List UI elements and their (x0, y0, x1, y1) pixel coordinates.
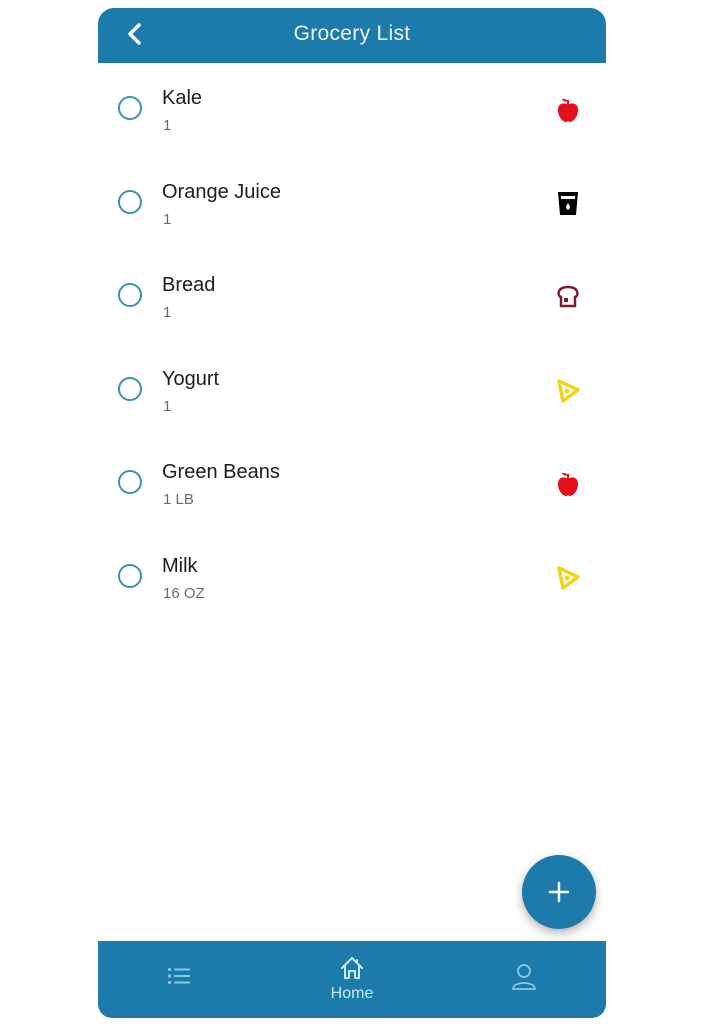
item-name: Bread (162, 274, 216, 296)
nav-item-home[interactable]: Home (292, 941, 412, 1018)
list-item[interactable]: Kale 1 (98, 63, 606, 157)
add-item-button[interactable] (522, 855, 596, 929)
nav-item-list[interactable] (118, 941, 238, 1018)
list-item[interactable]: Yogurt 1 (98, 344, 606, 438)
item-quantity: 1 (163, 397, 172, 415)
apple-icon (558, 98, 578, 122)
item-checkbox[interactable] (118, 189, 142, 214)
item-quantity: 1 (163, 117, 172, 134)
item-checkbox[interactable] (118, 563, 142, 588)
page-title: Grocery List (293, 22, 411, 45)
grocery-list: Kale 1 Orange Juice 1 Bread 1 Yogurt 1 G… (98, 63, 606, 624)
item-quantity: 1 (163, 304, 172, 321)
item-name: Milk (162, 554, 198, 577)
item-quantity: 16 OZ (163, 584, 205, 602)
header-bar: Grocery List (98, 8, 606, 63)
item-quantity: 1 LB (163, 491, 194, 508)
apple-icon (558, 472, 578, 496)
item-quantity: 1 (163, 210, 172, 228)
cheese-icon (557, 378, 580, 403)
home-icon (341, 957, 363, 979)
plus-icon (548, 881, 570, 903)
item-name: Orange Juice (162, 180, 281, 203)
item-name: Green Beans (162, 461, 280, 483)
nav-label-home: Home (330, 985, 374, 1002)
app-screen: Grocery List Kale 1 Orange Juice 1 Bread… (98, 8, 606, 1018)
list-item[interactable]: Milk 16 OZ (98, 531, 606, 625)
list-icon (168, 968, 190, 984)
list-item[interactable]: Green Beans 1 LB (98, 437, 606, 531)
list-item[interactable]: Orange Juice 1 (98, 157, 606, 251)
item-name: Yogurt (162, 367, 220, 390)
item-checkbox[interactable] (118, 283, 142, 307)
item-checkbox[interactable] (118, 96, 142, 120)
item-checkbox[interactable] (118, 470, 142, 494)
item-checkbox[interactable] (118, 376, 142, 401)
cheese-icon (557, 565, 580, 590)
item-name: Kale (162, 87, 203, 109)
nav-item-profile[interactable] (464, 941, 584, 1018)
bread-icon (557, 285, 579, 308)
user-icon (512, 964, 536, 990)
drink-cup-icon (558, 191, 578, 215)
bottom-nav: Home (98, 941, 606, 1018)
list-item[interactable]: Bread 1 (98, 250, 606, 344)
